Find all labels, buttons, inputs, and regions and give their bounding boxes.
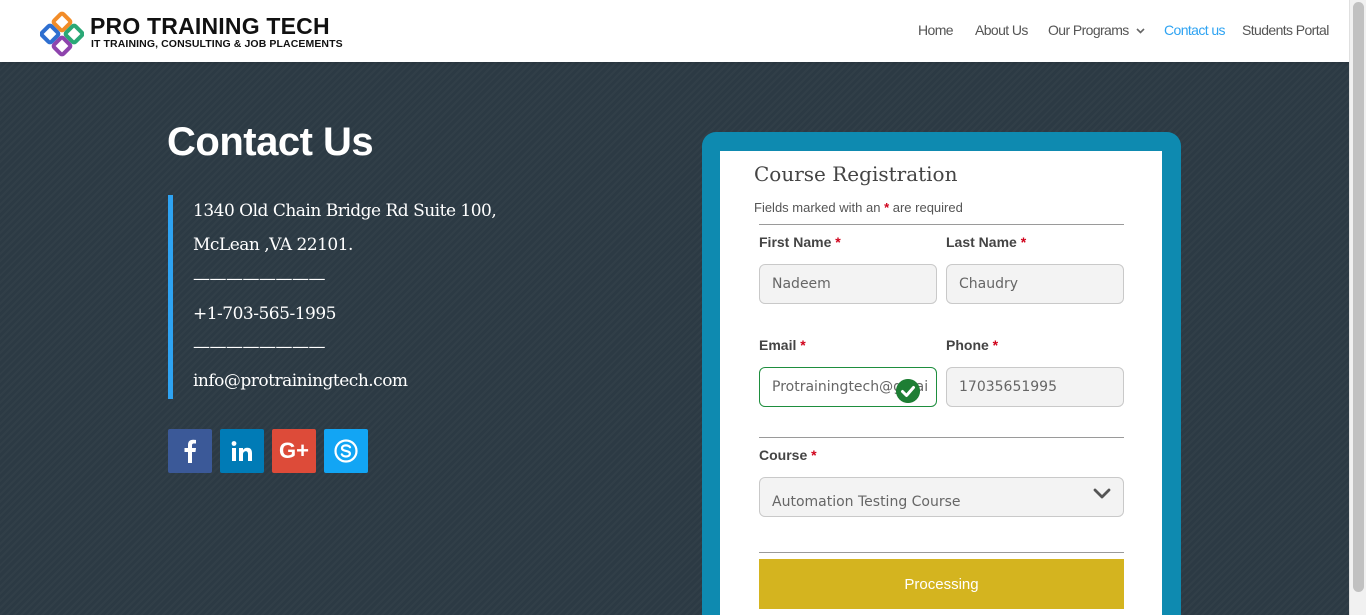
first-name-label-text: First Name: [759, 234, 832, 250]
nav-home[interactable]: Home: [918, 22, 954, 38]
form-divider-bottom: [759, 552, 1124, 553]
google-plus-button[interactable]: G+: [272, 429, 316, 473]
first-name-value: Nadeem: [772, 276, 831, 292]
logo-title: PRO TRAINING TECH: [90, 13, 330, 39]
scrollbar[interactable]: [1349, 0, 1366, 615]
submit-button[interactable]: Processing: [759, 559, 1124, 609]
last-name-value: Chaudry: [959, 276, 1019, 292]
skype-button[interactable]: [324, 429, 368, 473]
email-address[interactable]: info@protrainingtech.com: [193, 371, 408, 391]
scrollbar-thumb[interactable]: [1353, 2, 1364, 592]
last-name-input[interactable]: Chaudry: [946, 264, 1124, 304]
course-select[interactable]: Automation Testing Course: [759, 477, 1124, 517]
separator-2: ————————: [193, 337, 326, 357]
facebook-button[interactable]: [168, 429, 212, 473]
nav-about-us[interactable]: About Us: [975, 22, 1028, 38]
facebook-icon: [184, 439, 196, 463]
logo-subtitle: IT TRAINING, CONSULTING & JOB PLACEMENTS: [91, 38, 343, 50]
logo-icon: [40, 11, 84, 57]
required-note: Fields marked with an * are required: [754, 200, 963, 215]
required-asterisk: *: [800, 337, 806, 353]
google-plus-icon: G+: [279, 438, 309, 463]
first-name-input[interactable]: Nadeem: [759, 264, 937, 304]
last-name-label-text: Last Name: [946, 234, 1017, 250]
phone-label-text: Phone: [946, 337, 989, 353]
linkedin-button[interactable]: [220, 429, 264, 473]
required-asterisk: *: [835, 234, 841, 250]
valid-check-icon: [896, 379, 920, 403]
required-asterisk: *: [992, 337, 999, 353]
phone-label: Phone *: [946, 337, 998, 353]
page-title: Contact Us: [167, 120, 374, 164]
skype-icon: [334, 439, 358, 463]
required-note-suffix: are required: [889, 200, 963, 215]
contact-info-block: 1340 Old Chain Bridge Rd Suite 100, McLe…: [168, 195, 528, 399]
first-name-label: First Name *: [759, 234, 841, 250]
address-line-1: 1340 Old Chain Bridge Rd Suite 100,: [193, 201, 497, 221]
required-note-prefix: Fields marked with an: [754, 200, 885, 215]
nav-contact-us[interactable]: Contact us: [1164, 22, 1226, 38]
required-asterisk: *: [811, 447, 817, 463]
last-name-label: Last Name *: [946, 234, 1026, 250]
logo[interactable]: PRO TRAINING TECH IT TRAINING, CONSULTIN…: [40, 11, 343, 57]
form-divider-top: [759, 224, 1124, 225]
nav-students-portal[interactable]: Students Portal: [1242, 22, 1329, 38]
email-label: Email *: [759, 337, 806, 353]
linkedin-icon: [231, 441, 252, 461]
phone-value: 17035651995: [959, 379, 1057, 395]
site-header: PRO TRAINING TECH IT TRAINING, CONSULTIN…: [0, 0, 1349, 62]
nav-our-programs[interactable]: Our Programs: [1048, 22, 1145, 38]
phone-input[interactable]: 17035651995: [946, 367, 1124, 407]
form-title: Course Registration: [754, 162, 958, 186]
form-divider-middle: [759, 437, 1124, 438]
chevron-down-icon: [1093, 488, 1111, 499]
chevron-down-icon: [1136, 28, 1145, 34]
phone-number[interactable]: +1-703-565-1995: [193, 304, 336, 324]
course-label: Course *: [759, 447, 817, 463]
course-label-text: Course: [759, 447, 808, 463]
address-line-2: McLean ,VA 22101.: [193, 235, 353, 255]
course-selected-value: Automation Testing Course: [772, 494, 961, 510]
nav-our-programs-label: Our Programs: [1048, 22, 1129, 38]
separator-1: ————————: [193, 269, 326, 289]
email-label-text: Email: [759, 337, 797, 353]
required-asterisk: *: [1020, 234, 1027, 250]
